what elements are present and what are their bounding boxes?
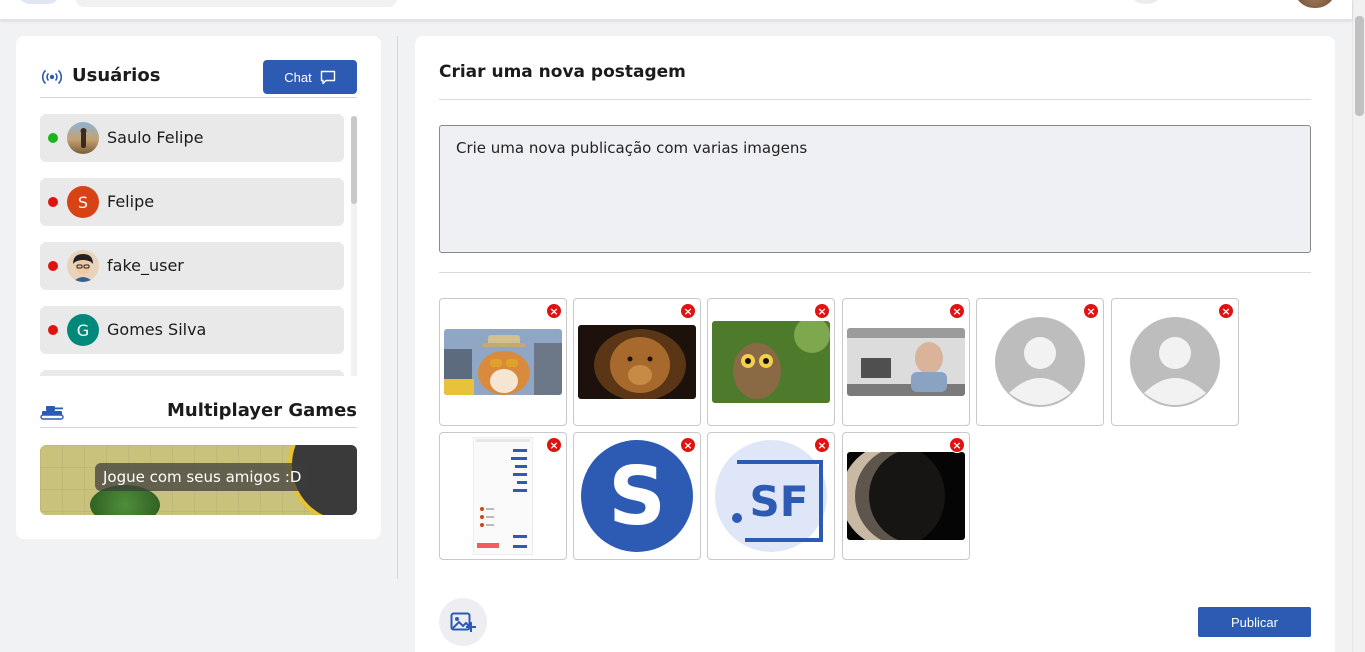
game-banner-text: Jogue com seus amigos :D [95,463,310,491]
image-thumb[interactable]: × [842,432,970,560]
search-input[interactable] [76,0,397,7]
meme-image [847,328,965,396]
add-image-icon [450,612,476,632]
owl-image [712,321,830,403]
app-logo-icon[interactable] [18,0,60,4]
user-placeholder-icon [995,317,1085,407]
users-header: Usuários Chat [40,60,357,98]
games-header: Multiplayer Games [40,390,357,428]
status-offline-dot [48,261,58,271]
user-item[interactable]: S Felipe [40,178,344,226]
avatar [67,122,99,154]
planet-image [847,452,965,540]
page-scrollbar-thumb[interactable] [1355,16,1364,116]
user-name: Gomes Silva [107,320,207,339]
image-thumb[interactable]: × [1111,298,1239,426]
game-banner[interactable]: Jogue com seus amigos :D [40,445,357,515]
user-item[interactable]: G Gomes Silva [40,306,344,354]
divider [439,272,1311,273]
users-title: Usuários [72,65,161,86]
page-title: Criar uma nova postagem [439,62,686,82]
chat-button[interactable]: Chat [263,60,357,94]
remove-image-button[interactable]: × [1083,303,1099,319]
user-placeholder-icon [1130,317,1220,407]
user-item[interactable]: fake_user [40,242,344,290]
sf-logo-image: SF [715,440,827,552]
user-name: Felipe [107,192,155,211]
publish-button[interactable]: Publicar [1198,607,1311,637]
image-thumb[interactable]: × [976,298,1104,426]
users-list-scrollbar[interactable] [351,116,357,376]
broadcast-icon [41,69,63,85]
create-post-card: Criar uma nova postagem Crie uma nova pu… [415,36,1335,652]
status-online-dot [48,133,58,143]
s-logo-image: S [581,440,693,552]
avatar: G [67,314,99,346]
chat-button-label: Chat [284,69,312,85]
post-textarea[interactable]: Crie uma nova publicação com varias imag… [439,125,1311,253]
avatar [67,250,99,282]
remove-image-button[interactable]: × [546,303,562,319]
top-navbar [0,0,1352,20]
corgi-image [444,329,562,395]
image-thumb[interactable]: S × [573,432,701,560]
chat-screenshot-image [473,437,533,555]
remove-image-button[interactable]: × [680,303,696,319]
status-offline-dot [48,325,58,335]
notification-icon[interactable] [1133,0,1159,4]
column-divider [397,36,398,579]
remove-image-button[interactable]: × [1218,303,1234,319]
image-thumb[interactable]: × [439,298,567,426]
tank-icon [40,406,64,420]
image-thumb[interactable]: × [842,298,970,426]
status-offline-dot [48,197,58,207]
user-item[interactable] [40,370,344,376]
divider [439,99,1311,100]
lion-image [578,325,696,399]
image-thumb[interactable]: × [707,298,835,426]
remove-image-button[interactable]: × [546,437,562,453]
remove-image-button[interactable]: × [949,303,965,319]
image-thumb[interactable]: × [439,432,567,560]
image-thumb[interactable]: × [573,298,701,426]
users-list: Saulo Felipe S Felipe fake_user G Gomes … [40,114,344,376]
image-thumb[interactable]: SF × [707,432,835,560]
profile-avatar[interactable] [1294,0,1336,8]
svg-text:SF: SF [750,477,809,526]
page-scrollbar[interactable] [1352,0,1365,652]
chat-bubble-icon [320,70,335,84]
avatar: S [67,186,99,218]
games-title: Multiplayer Games [166,400,357,421]
user-name: Saulo Felipe [107,128,204,147]
user-item[interactable]: Saulo Felipe [40,114,344,162]
post-text: Crie uma nova publicação com varias imag… [456,139,808,157]
users-list-scrollbar-thumb[interactable] [351,116,357,204]
remove-image-button[interactable]: × [680,437,696,453]
svg-text:S: S [608,450,666,543]
remove-image-button[interactable]: × [814,303,830,319]
add-image-button[interactable] [439,598,487,646]
remove-image-button[interactable]: × [949,437,965,453]
remove-image-button[interactable]: × [814,437,830,453]
user-name: fake_user [107,256,184,275]
sidebar-card: Usuários Chat Saulo Felipe S Felipe fake… [16,36,381,539]
